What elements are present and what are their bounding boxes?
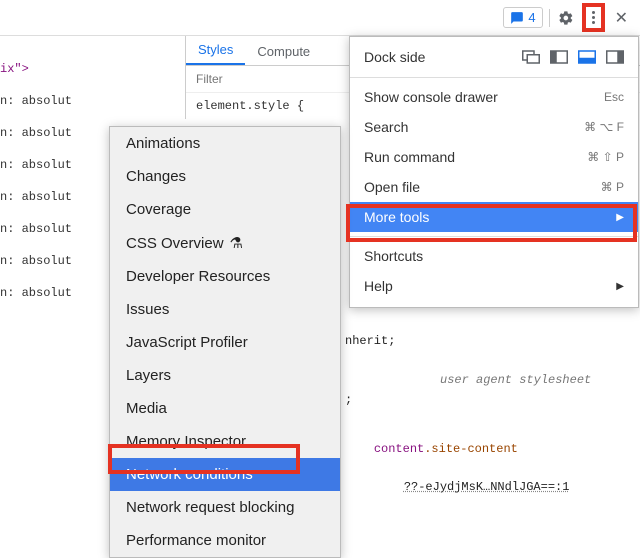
- submenu-layers[interactable]: Layers: [110, 359, 340, 392]
- submenu-memory-inspector[interactable]: Memory Inspector: [110, 425, 340, 458]
- chevron-right-icon: ▶: [616, 281, 624, 292]
- dock-left-icon[interactable]: [550, 50, 568, 64]
- submenu-media[interactable]: Media: [110, 392, 340, 425]
- main-menu: Dock side Show console drawerEsc Search⌘…: [349, 36, 639, 308]
- submenu-js-profiler[interactable]: JavaScript Profiler: [110, 326, 340, 359]
- css-selector-row[interactable]: content.site-content: [345, 428, 518, 470]
- chat-icon: [510, 11, 524, 25]
- submenu-changes[interactable]: Changes: [110, 160, 340, 193]
- feedback-count: 4: [528, 10, 535, 25]
- tab-styles[interactable]: Styles: [186, 36, 245, 65]
- dock-side-label: Dock side: [364, 49, 508, 65]
- menu-help[interactable]: Help▶: [350, 271, 638, 301]
- submenu-dev-resources[interactable]: Developer Resources: [110, 260, 340, 293]
- devtools-toolbar: 4 ✕: [0, 0, 640, 36]
- close-button[interactable]: ✕: [611, 8, 632, 28]
- menu-show-console[interactable]: Show console drawerEsc: [350, 82, 638, 112]
- submenu-coverage[interactable]: Coverage: [110, 193, 340, 226]
- dock-bottom-icon[interactable]: [578, 50, 596, 64]
- tab-computed[interactable]: Compute: [245, 38, 322, 65]
- menu-run-command[interactable]: Run command⌘ ⇧ P: [350, 142, 638, 172]
- gear-icon: [558, 10, 574, 26]
- submenu-network-conditions[interactable]: Network conditions: [110, 458, 340, 491]
- kebab-highlight-box: [582, 3, 605, 32]
- submenu-css-overview[interactable]: CSS Overview⚗: [110, 226, 340, 260]
- submenu-issues[interactable]: Issues: [110, 293, 340, 326]
- separator: [549, 9, 550, 27]
- dock-right-icon[interactable]: [606, 50, 624, 64]
- chevron-right-icon: ▶: [616, 212, 624, 223]
- css-token-link[interactable]: ??-eJydjMsK…NNdlJGA==:1: [375, 466, 569, 508]
- feedback-chip[interactable]: 4: [503, 7, 542, 28]
- more-options-button[interactable]: [588, 9, 599, 26]
- css-frag-inherit: nherit;: [345, 334, 395, 348]
- code-frag-ix: ix">: [0, 62, 29, 76]
- submenu-animations[interactable]: Animations: [110, 127, 340, 160]
- dock-undock-icon[interactable]: [522, 50, 540, 64]
- menu-more-tools[interactable]: More tools▶: [350, 202, 638, 232]
- settings-button[interactable]: [556, 8, 576, 28]
- submenu-performance-monitor[interactable]: Performance monitor: [110, 524, 340, 557]
- menu-shortcuts[interactable]: Shortcuts: [350, 241, 638, 271]
- menu-search[interactable]: Search⌘ ⌥ F: [350, 112, 638, 142]
- css-frag-semi: ;: [345, 393, 352, 407]
- user-agent-label: user agent stylesheet: [440, 373, 591, 387]
- beaker-icon: ⚗: [230, 234, 243, 252]
- menu-open-file[interactable]: Open file⌘ P: [350, 172, 638, 202]
- more-tools-submenu: Animations Changes Coverage CSS Overview…: [109, 126, 341, 558]
- submenu-network-blocking[interactable]: Network request blocking: [110, 491, 340, 524]
